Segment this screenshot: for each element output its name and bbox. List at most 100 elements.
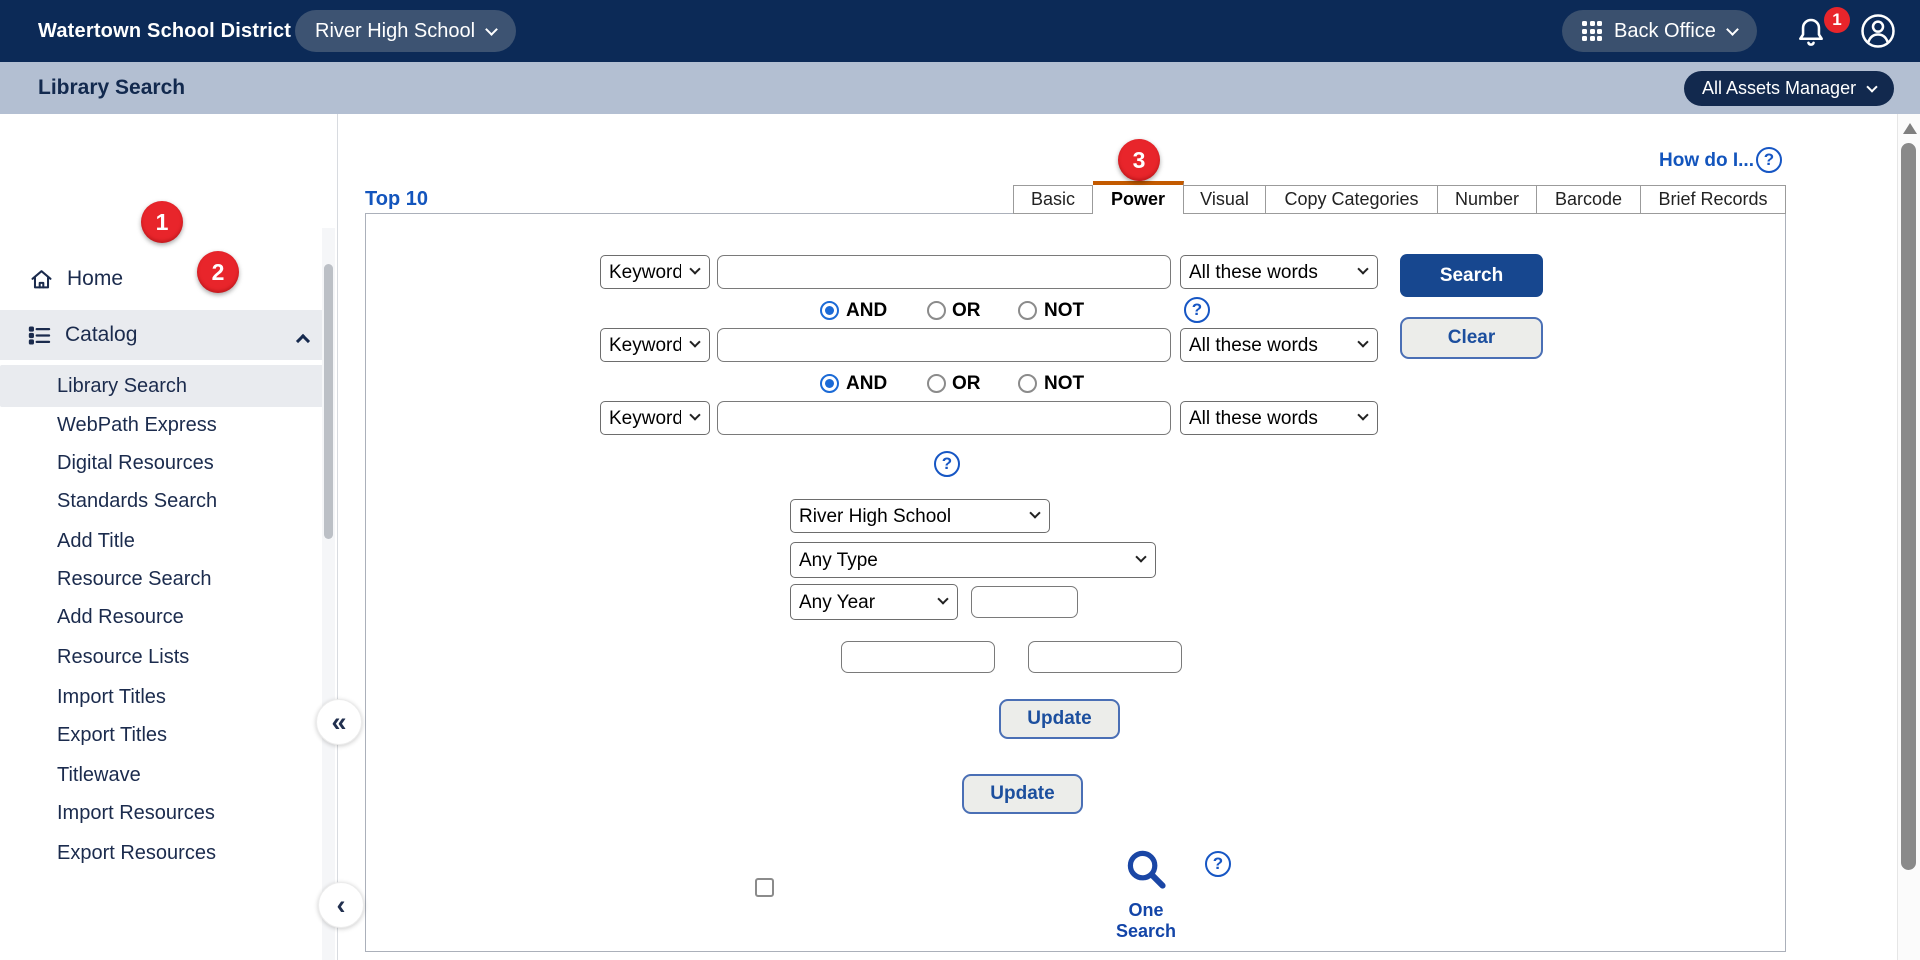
- sidebar-item-label: Home: [67, 267, 123, 291]
- one-search-button[interactable]: One Search: [1096, 845, 1196, 942]
- sidebar-item-import-titles[interactable]: Import Titles: [0, 678, 326, 717]
- sidebar-item-label: Add Title: [57, 530, 135, 553]
- field-type-select-3[interactable]: Keyword: [600, 401, 710, 435]
- match-type-select-1-wrap: All these words: [1180, 255, 1378, 289]
- sidebar-item-webpath-express[interactable]: WebPath Express: [0, 406, 326, 445]
- sidebar-item-resource-search[interactable]: Resource Search: [0, 560, 326, 599]
- page-title: Library Search: [38, 62, 185, 114]
- account-button[interactable]: [1858, 11, 1898, 51]
- role-selector[interactable]: All Assets Manager: [1684, 71, 1894, 106]
- back-office-menu[interactable]: Back Office: [1562, 10, 1757, 52]
- and-label: AND: [846, 373, 887, 395]
- search-term-input-2[interactable]: [717, 328, 1171, 362]
- sidebar-item-resource-lists[interactable]: Resource Lists: [0, 638, 326, 677]
- sidebar-item-label: Standards Search: [57, 490, 217, 513]
- annotation-badge-2: 2: [197, 251, 239, 293]
- match-type-select-2[interactable]: All these words: [1180, 328, 1378, 362]
- help-icon[interactable]: ?: [1756, 147, 1782, 173]
- catalog-list-icon: [26, 322, 53, 349]
- help-icon[interactable]: ?: [1184, 297, 1210, 323]
- app-root: Watertown School District River High Sch…: [0, 0, 1920, 960]
- how-do-i-link[interactable]: How do I...: [1659, 150, 1754, 172]
- sidebar-item-label: Export Titles: [57, 724, 167, 747]
- tab-copy-categories[interactable]: Copy Categories: [1266, 185, 1438, 214]
- sidebar-item-export-resources[interactable]: Export Resources: [0, 834, 326, 873]
- sidebar-item-add-title[interactable]: Add Title: [0, 522, 326, 561]
- clear-button[interactable]: Clear: [1400, 317, 1543, 359]
- field-type-select-2-wrap: Keyword: [600, 328, 710, 362]
- search-term-input-3[interactable]: [717, 401, 1171, 435]
- include-online-checkbox[interactable]: [755, 878, 774, 897]
- field-type-select-2[interactable]: Keyword: [600, 328, 710, 362]
- not-radio-1[interactable]: [1018, 301, 1037, 320]
- chevron-down-icon: [1866, 81, 1877, 92]
- sidebar-item-catalog[interactable]: Catalog: [0, 310, 326, 360]
- school-selector[interactable]: River High School: [295, 10, 516, 52]
- page-scrollbar-thumb[interactable]: [1901, 143, 1916, 870]
- notification-count-badge: 1: [1824, 7, 1850, 33]
- double-chevron-left-icon: «: [331, 707, 346, 738]
- publication-year-select[interactable]: Any Year: [790, 584, 958, 620]
- sidebar-item-titlewave[interactable]: Titlewave: [0, 756, 326, 795]
- field-type-select-1[interactable]: Keyword: [600, 255, 710, 289]
- sidebar-scrollbar-thumb[interactable]: [324, 264, 333, 539]
- tab-power[interactable]: Power: [1093, 181, 1184, 214]
- sidebar-collapse-handle-secondary[interactable]: ‹: [318, 882, 364, 928]
- apps-grid-icon: [1582, 21, 1602, 41]
- call-number-from-input[interactable]: [841, 641, 995, 673]
- search-button[interactable]: Search: [1400, 254, 1543, 297]
- sidebar-item-export-titles[interactable]: Export Titles: [0, 716, 326, 755]
- field-type-select-1-wrap: Keyword: [600, 255, 710, 289]
- and-radio-1[interactable]: [820, 301, 839, 320]
- search-term-input-1[interactable]: [717, 255, 1171, 289]
- and-radio-2[interactable]: [820, 374, 839, 393]
- tab-number[interactable]: Number: [1438, 185, 1537, 214]
- sidebar-item-import-resources[interactable]: Import Resources: [0, 794, 326, 833]
- sublocation-update-button[interactable]: Update: [962, 774, 1083, 814]
- sidebar-item-standards-search[interactable]: Standards Search: [0, 482, 326, 521]
- sidebar-item-label: Digital Resources: [57, 452, 214, 475]
- annotation-badge-1: 1: [141, 201, 183, 243]
- not-label: NOT: [1044, 300, 1084, 322]
- chevron-down-icon: [485, 23, 498, 36]
- tab-basic[interactable]: Basic: [1013, 185, 1093, 214]
- match-type-select-3[interactable]: All these words: [1180, 401, 1378, 435]
- sidebar-item-home[interactable]: Home: [0, 256, 320, 302]
- not-radio-2[interactable]: [1018, 374, 1037, 393]
- match-type-select-3-wrap: All these words: [1180, 401, 1378, 435]
- module-header: Library Search All Assets Manager: [0, 62, 1920, 114]
- or-radio-1[interactable]: [927, 301, 946, 320]
- district-name: Watertown School District: [38, 0, 291, 62]
- scroll-up-arrow[interactable]: [1903, 123, 1917, 134]
- location-select-wrap: River High School: [790, 499, 1050, 533]
- match-type-select-1[interactable]: All these words: [1180, 255, 1378, 289]
- sidebar-item-label: Import Resources: [57, 802, 215, 825]
- help-icon[interactable]: ?: [1205, 851, 1231, 877]
- sidebar-item-label: Catalog: [65, 323, 137, 347]
- call-number-to-input[interactable]: [1028, 641, 1182, 673]
- sidebar-item-library-search[interactable]: Library Search: [0, 365, 326, 407]
- location-select[interactable]: River High School: [790, 499, 1050, 533]
- sidebar-item-digital-resources[interactable]: Digital Resources: [0, 444, 326, 483]
- sidebar-item-label: Export Resources: [57, 842, 216, 865]
- sidebar-item-label: Resource Lists: [57, 646, 189, 669]
- or-label: OR: [952, 373, 981, 395]
- tab-barcode[interactable]: Barcode: [1537, 185, 1641, 214]
- or-label: OR: [952, 300, 981, 322]
- sidebar-item-label: Add Resource: [57, 606, 184, 629]
- home-icon: [28, 266, 55, 293]
- sidebar-collapse-handle[interactable]: «: [316, 699, 362, 745]
- sidebar-item-label: Titlewave: [57, 764, 141, 787]
- tab-brief-records[interactable]: Brief Records: [1641, 185, 1786, 214]
- tab-visual[interactable]: Visual: [1184, 185, 1266, 214]
- material-type-select[interactable]: Any Type: [790, 542, 1156, 578]
- publication-year-input[interactable]: [971, 586, 1078, 618]
- or-radio-2[interactable]: [927, 374, 946, 393]
- publication-year-select-wrap: Any Year: [790, 584, 958, 620]
- circulation-update-button[interactable]: Update: [999, 699, 1120, 739]
- top10-link[interactable]: Top 10: [365, 188, 428, 211]
- power-search-panel: [365, 213, 1786, 952]
- sidebar-item-add-resource[interactable]: Add Resource: [0, 598, 326, 637]
- search-tabs: Basic Power Visual Copy Categories Numbe…: [1013, 181, 1786, 214]
- help-icon[interactable]: ?: [934, 451, 960, 477]
